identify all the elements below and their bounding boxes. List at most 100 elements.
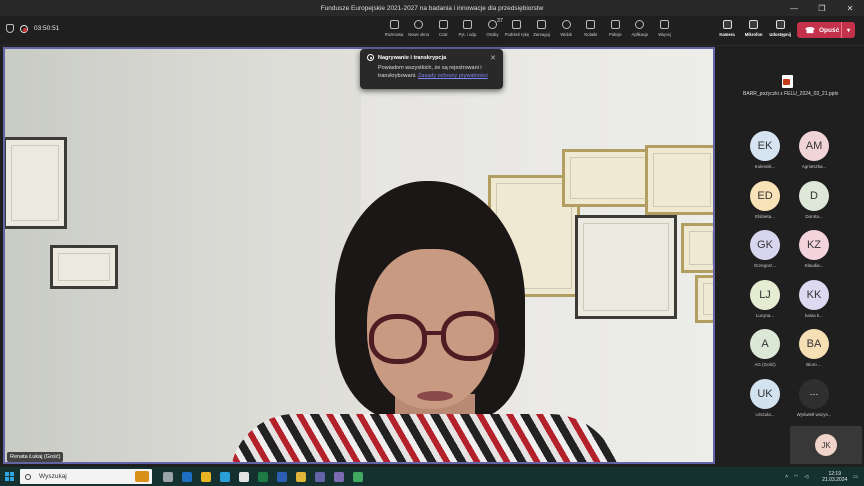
teams-icon[interactable] [312, 469, 327, 484]
toolbar-item-label: Osoby [486, 32, 499, 37]
toolbar-item-more[interactable]: Więcej [654, 20, 676, 37]
excel-icon[interactable] [255, 469, 270, 484]
participant-tile[interactable]: A AG (Gość) [741, 329, 789, 375]
shared-file-name[interactable]: BARR_pożyczki z FELU_2024_03_21.pptx [743, 91, 838, 97]
start-button[interactable] [0, 467, 18, 486]
participant-avatar: AM [799, 131, 829, 161]
toolbar-item-raise-hand[interactable]: Podnieś rękę [505, 20, 529, 37]
minimize-button[interactable]: — [780, 0, 808, 16]
participant-avatar: GK [750, 230, 780, 260]
toggle-share[interactable]: Udostępnij [768, 20, 792, 37]
toggle-microphone[interactable]: Mikrofon [742, 20, 766, 37]
toolbar-item-label: Zareaguj [533, 32, 550, 37]
leave-label: Opuść [818, 26, 840, 34]
participant-name: Urszula... [755, 411, 775, 417]
participant-avatar: A [750, 329, 780, 359]
windows-taskbar: Wyszukaj ˄ ◠ ◁ 12:19 21.03.2024 ▭ [0, 467, 864, 486]
toolbar-item-notes[interactable]: Notatki [580, 20, 602, 37]
speaker-video[interactable]: Renata Łukaj (Gość) [3, 47, 715, 464]
window-controls: — ❐ ✕ [780, 0, 864, 16]
toolbar-item-label: Widok [560, 32, 572, 37]
participant-tile[interactable]: KZ Klaudia... [790, 230, 838, 276]
chevron-up-icon[interactable]: ˄ [785, 474, 788, 480]
toolbar-item-qa[interactable]: Pyt. i odp. [457, 20, 479, 37]
self-avatar: JK [815, 434, 837, 456]
taskbar-search[interactable]: Wyszukaj [20, 469, 152, 484]
outlook-icon[interactable] [179, 469, 194, 484]
close-window-button[interactable]: ✕ [836, 0, 864, 16]
meeting-timer: 03:50:51 [34, 25, 60, 32]
toggle-camera[interactable]: Kamera [715, 20, 739, 37]
toolbar-item-label: Notatki [584, 32, 598, 37]
task-view-icon[interactable] [160, 469, 175, 484]
participant-tile[interactable]: ··· Wyświetl wszys... [790, 378, 838, 425]
volume-icon[interactable]: ◁ [804, 474, 808, 480]
clock[interactable]: 12:19 21.03.2024 [822, 471, 847, 483]
react-icon [537, 20, 547, 29]
calendar-icon[interactable] [236, 469, 251, 484]
chevron-down-icon[interactable]: ▾ [841, 22, 855, 38]
toolbar-item-react[interactable]: Zareaguj [531, 20, 553, 37]
device-label: Mikrofon [744, 32, 763, 37]
participant-name: Kolesnik... [754, 164, 776, 169]
wall-certificate [695, 275, 713, 323]
system-tray: ˄ ◠ ◁ 12:19 21.03.2024 ▭ [785, 467, 858, 486]
close-icon[interactable]: ✕ [490, 54, 496, 62]
toolbar-item-rooms[interactable]: Pokoje [604, 20, 626, 37]
more-participants-icon: ··· [799, 378, 829, 409]
maximize-button[interactable]: ❐ [808, 0, 836, 16]
toolbar-item-label: Rozmowa [384, 32, 404, 37]
participant-name: Lucyna... [755, 312, 775, 318]
people-icon: 37 [487, 18, 503, 29]
word-icon[interactable] [274, 469, 289, 484]
participant-tile[interactable]: EK Kolesnik... [741, 131, 789, 177]
participant-name: Biuro ... [806, 362, 822, 367]
toolbar-item-view[interactable]: Widok [555, 20, 577, 37]
notes-icon [586, 20, 596, 29]
participant-tile[interactable]: LJ Lucyna... [741, 279, 789, 326]
participant-tile[interactable]: AM Agnieszka... [790, 131, 838, 177]
participant-tile[interactable]: GK Grzegorz... [741, 230, 789, 276]
chat-bubble-icon [438, 20, 448, 29]
leave-button[interactable]: ☎ Opuść ▾ [797, 22, 855, 38]
photos-icon[interactable] [350, 469, 365, 484]
explorer-icon[interactable] [198, 469, 213, 484]
teams-active-icon[interactable] [331, 469, 346, 484]
toolbar-item-apps[interactable]: Aplikacje [629, 20, 651, 37]
shield-icon[interactable] [6, 24, 14, 33]
participant-tile[interactable]: D Dorota... [790, 180, 838, 227]
clock-date: 21.03.2024 [822, 476, 848, 483]
toolbar-item-new-window[interactable]: Nowe okno [408, 20, 430, 37]
toolbar-item-people[interactable]: 37 Osoby [481, 18, 503, 37]
wall-plaque [50, 245, 118, 289]
participant-count: 37 [496, 18, 503, 24]
participant-tile[interactable]: KK kasia k... [790, 279, 838, 326]
notification-title: Nagrywanie i transkrypcja [378, 54, 447, 61]
participant-tile[interactable]: ED Elsbieta... [741, 180, 789, 227]
chrome-icon[interactable] [293, 469, 308, 484]
device-label: Udostępnij [769, 32, 791, 37]
notifications-icon[interactable]: ▭ [853, 474, 858, 480]
apps-icon [635, 20, 645, 29]
privacy-link[interactable]: Zasady ochrony prywatności [418, 73, 488, 79]
toolbar-item-chat-bubble[interactable]: Czat [432, 20, 454, 37]
participant-avatar: KZ [799, 230, 829, 260]
participant-name: Agnieszka... [801, 164, 827, 169]
self-view[interactable]: JK [790, 426, 862, 464]
wifi-icon[interactable]: ◠ [794, 474, 798, 480]
toolbar-item-chat[interactable]: Rozmowa [383, 20, 405, 37]
participant-avatar: ED [750, 180, 780, 211]
wall-certificate [645, 145, 713, 215]
device-controls: Kamera Mikrofon Udostępnij [715, 20, 795, 37]
recording-notification: Nagrywanie i transkrypcja ✕ Powiadom wsz… [360, 49, 503, 89]
briefcase-icon [135, 471, 149, 482]
rooms-icon [610, 20, 620, 29]
toolbar-item-label: Czat [438, 32, 448, 37]
edge-icon[interactable] [217, 469, 232, 484]
participant-tile[interactable]: UK Urszula... [741, 378, 789, 425]
toolbar-item-label: Pyt. i odp. [458, 32, 478, 37]
toolbar-item-label: Więcej [658, 32, 671, 37]
powerpoint-file-icon[interactable] [782, 75, 793, 88]
participant-name: Klaudia... [804, 263, 824, 268]
participant-tile[interactable]: BA Biuro ... [790, 329, 838, 375]
